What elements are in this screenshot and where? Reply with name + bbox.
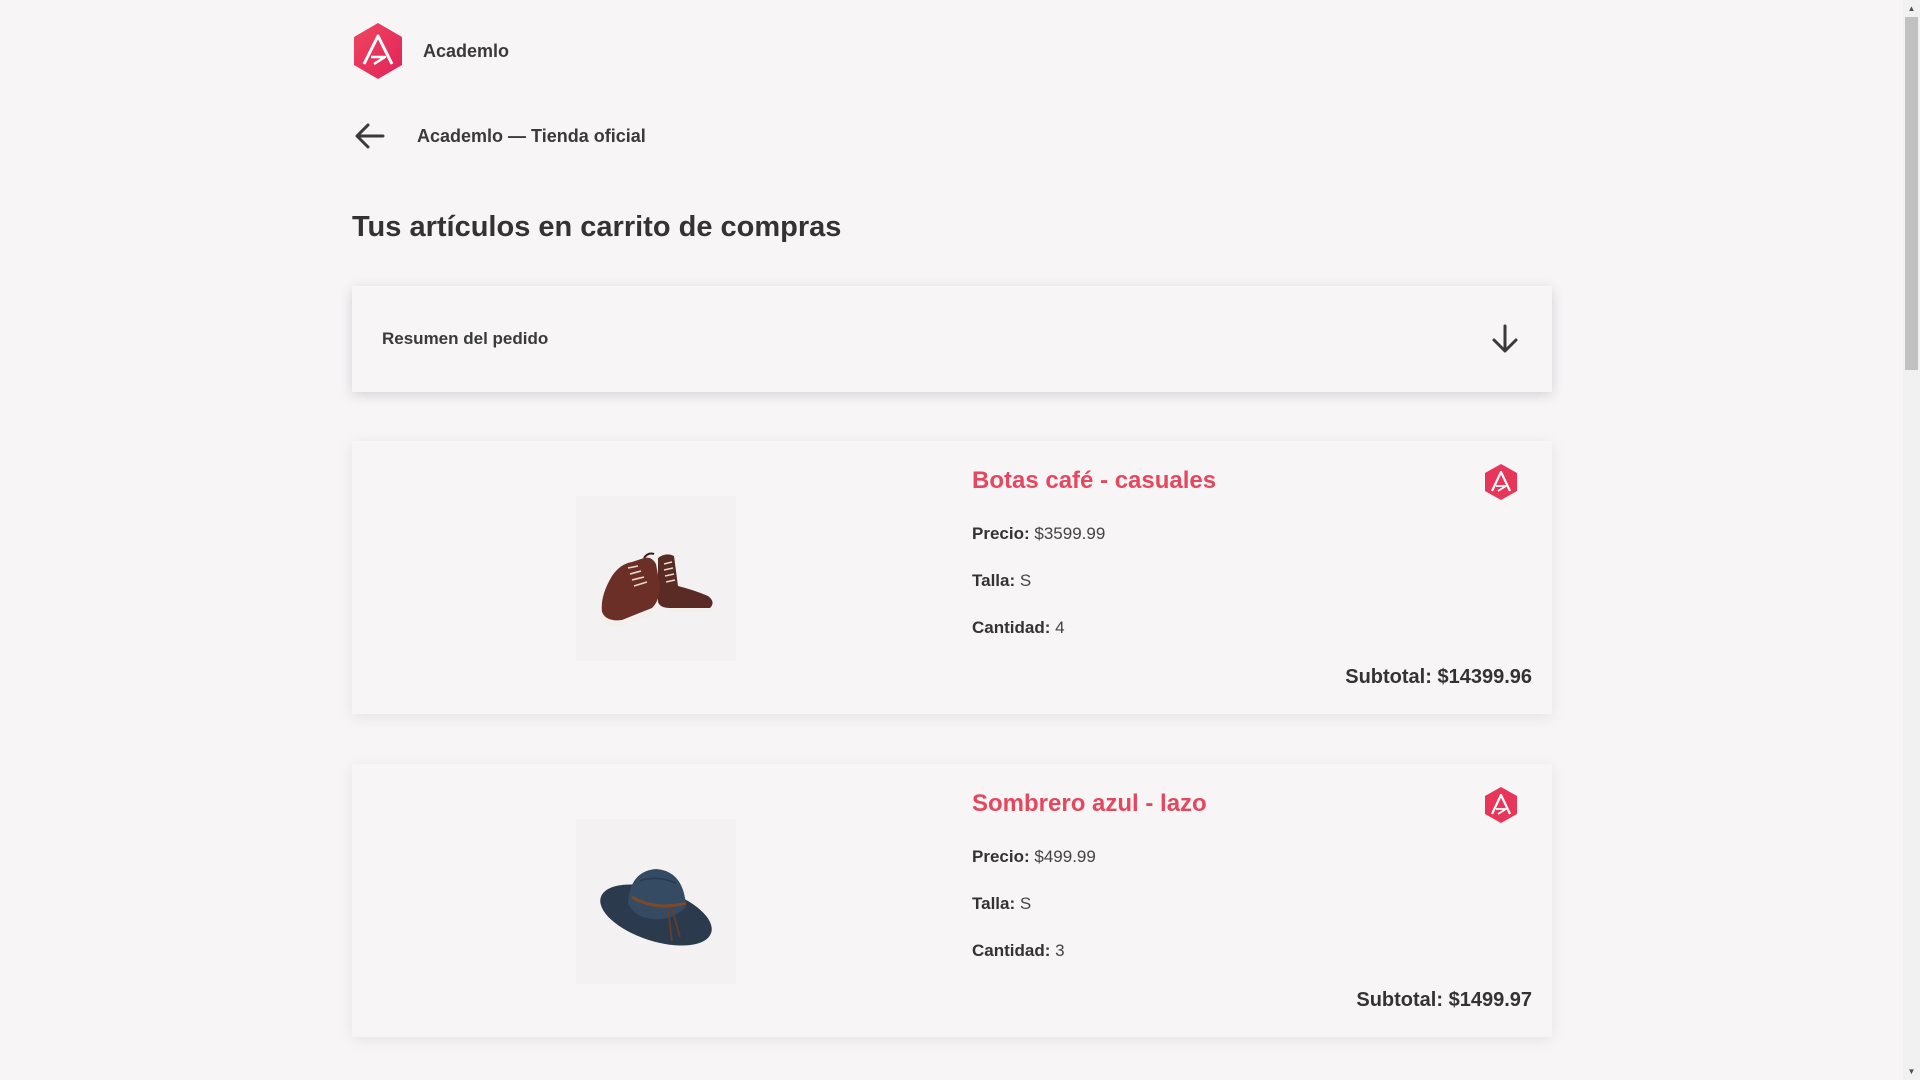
price-label: Precio: [972, 524, 1030, 543]
product-name[interactable]: Botas café - casuales [972, 467, 1216, 495]
product-quantity: Cantidad: 3 [972, 941, 1065, 961]
subtotal-label: Subtotal: [1356, 989, 1444, 1011]
size-value: S [1019, 571, 1032, 590]
quantity-label: Cantidad: [972, 941, 1051, 960]
academlo-logo-icon [1485, 464, 1517, 500]
store-link[interactable]: Academlo — Tienda oficial [417, 126, 646, 147]
product-price: Precio: $499.99 [972, 847, 1096, 867]
subtotal-value: $14399.96 [1437, 666, 1532, 688]
brand-header[interactable]: Academlo [352, 22, 509, 80]
subtotal-label: Subtotal: [1345, 666, 1432, 688]
product-info: Sombrero azul - lazo Precio: $499.99 Tal… [972, 764, 1532, 1037]
page-title: Tus artículos en carrito de compras [352, 211, 842, 243]
arrow-down-icon[interactable] [1488, 322, 1522, 356]
product-subtotal: Subtotal: $14399.96 [1345, 666, 1532, 689]
product-subtotal: Subtotal: $1499.97 [1356, 989, 1532, 1012]
brown-boots-image [600, 552, 713, 626]
size-value: S [1019, 894, 1032, 913]
product-image [576, 819, 736, 984]
cart-page: Academlo Academlo — Tienda oficial Tus a… [0, 0, 1920, 1080]
product-price: Precio: $3599.99 [972, 524, 1105, 544]
product-info: Botas café - casuales Precio: $3599.99 T… [972, 441, 1532, 714]
order-summary-toggle[interactable]: Resumen del pedido [352, 286, 1552, 392]
academlo-logo-icon[interactable] [352, 22, 404, 80]
academlo-logo-icon [1485, 787, 1517, 823]
product-name[interactable]: Sombrero azul - lazo [972, 790, 1207, 818]
arrow-left-icon[interactable] [352, 118, 388, 154]
size-label: Talla: [972, 894, 1016, 913]
price-value: $499.99 [1034, 847, 1096, 866]
product-size: Talla: S [972, 571, 1031, 591]
blue-hat-image [600, 868, 712, 946]
product-size: Talla: S [972, 894, 1031, 914]
price-value: $3599.99 [1034, 524, 1106, 543]
vertical-scrollbar[interactable]: ▲ ▼ [1903, 0, 1920, 1080]
quantity-label: Cantidad: [972, 618, 1051, 637]
quantity-value: 3 [1055, 941, 1065, 960]
subtotal-value: $1499.97 [1448, 989, 1532, 1011]
product-quantity: Cantidad: 4 [972, 618, 1065, 638]
quantity-value: 4 [1055, 618, 1065, 637]
product-image [576, 496, 736, 661]
scroll-down-icon[interactable]: ▼ [1903, 1063, 1920, 1080]
price-label: Precio: [972, 847, 1030, 866]
scroll-up-icon[interactable]: ▲ [1903, 0, 1920, 17]
back-navigation: Academlo — Tienda oficial [352, 118, 646, 154]
cart-item-card: Sombrero azul - lazo Precio: $499.99 Tal… [352, 764, 1552, 1037]
brand-name: Academlo [423, 40, 510, 61]
cart-item-card: Botas café - casuales Precio: $3599.99 T… [352, 441, 1552, 714]
order-summary-label: Resumen del pedido [382, 329, 549, 348]
scrollbar-thumb[interactable] [1905, 17, 1918, 370]
size-label: Talla: [972, 571, 1016, 590]
